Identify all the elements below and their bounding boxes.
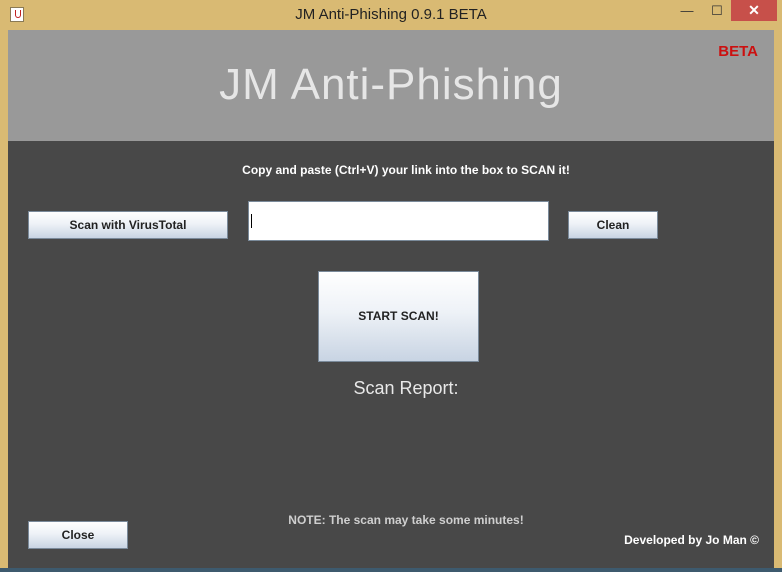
- text-caret: [251, 214, 252, 228]
- link-input[interactable]: [248, 201, 549, 241]
- scan-virustotal-button[interactable]: Scan with VirusTotal: [28, 211, 228, 239]
- beta-badge: BETA: [718, 43, 758, 60]
- scan-report-label: Scan Report:: [353, 378, 459, 398]
- instruction-text: Copy and paste (Ctrl+V) your link into t…: [242, 163, 570, 177]
- minimize-button[interactable]: —: [671, 0, 703, 21]
- developer-credit: Developed by Jo Man ©: [624, 533, 759, 547]
- clean-button[interactable]: Clean: [568, 211, 658, 239]
- maximize-button[interactable]: ☐: [703, 0, 731, 21]
- main-panel: JM Anti-Phishing BETA Copy and paste (Ct…: [8, 30, 774, 568]
- close-button[interactable]: Close: [28, 521, 128, 549]
- desktop-background-strip: [0, 568, 782, 572]
- header-banner: JM Anti-Phishing BETA: [8, 30, 774, 141]
- app-name-heading: JM Anti-Phishing: [219, 60, 563, 109]
- title-bar[interactable]: JM Anti-Phishing 0.9.1 BETA — ☐ ✕: [0, 0, 782, 30]
- window-close-button[interactable]: ✕: [731, 0, 777, 21]
- app-window: JM Anti-Phishing 0.9.1 BETA — ☐ ✕ JM Ant…: [0, 0, 782, 568]
- start-scan-button[interactable]: START SCAN!: [318, 271, 479, 362]
- window-title: JM Anti-Phishing 0.9.1 BETA: [295, 6, 487, 23]
